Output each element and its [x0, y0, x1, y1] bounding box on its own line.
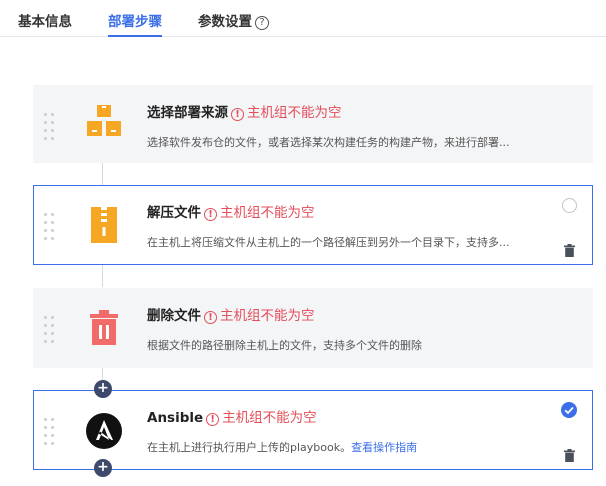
step-description: 选择软件发布仓的文件，或者选择某次构建任务的构建产物，来进行部署... — [147, 136, 510, 149]
step-description: 根据文件的路径删除主机上的文件，支持多个文件的删除 — [147, 339, 422, 352]
step-title: 选择部署来源! 主机组不能为空 — [147, 101, 342, 121]
tab-deploy-steps[interactable]: 部署步骤 — [108, 10, 162, 37]
step-title-text: 选择部署来源 — [147, 105, 228, 121]
ansible-icon — [85, 412, 125, 452]
drag-handle-icon[interactable] — [44, 418, 56, 446]
error-icon: ! — [231, 108, 244, 121]
tab-params-label: 参数设置 — [198, 14, 252, 30]
step-description: 在主机上将压缩文件从主机上的一个路径解压到另外一个目录下，支持多... — [147, 236, 510, 249]
zip-file-icon — [84, 205, 124, 245]
step-title-text: 解压文件 — [147, 205, 201, 221]
step-description-text: 在主机上进行执行用户上传的playbook。 — [147, 441, 352, 454]
step-card-unzip[interactable]: 解压文件! 主机组不能为空 在主机上将压缩文件从主机上的一个路径解压到另外一个目录… — [33, 185, 593, 265]
help-icon[interactable]: ? — [255, 16, 269, 30]
step-connector — [102, 265, 103, 287]
step-description: 在主机上进行执行用户上传的playbook。查看操作指南 — [147, 439, 552, 455]
step-error-text: 主机组不能为空 — [247, 105, 342, 121]
add-step-button[interactable]: + — [94, 380, 112, 398]
boxes-icon — [84, 102, 124, 142]
step-error: ! 主机组不能为空 — [204, 205, 315, 221]
step-title-text: 删除文件 — [147, 308, 201, 324]
drag-handle-icon[interactable] — [44, 113, 56, 141]
tab-bar: 基本信息 部署步骤 参数设置? — [0, 0, 606, 37]
add-step-button[interactable]: + — [94, 459, 112, 477]
step-card-ansible[interactable]: Ansible! 主机组不能为空 在主机上进行执行用户上传的playbook。查看… — [33, 390, 593, 470]
delete-step-icon[interactable] — [564, 447, 575, 462]
tab-basic-info[interactable]: 基本信息 — [18, 10, 72, 37]
step-error: ! 主机组不能为空 — [231, 105, 342, 121]
step-connector — [102, 163, 103, 185]
step-error-text: 主机组不能为空 — [220, 205, 315, 221]
step-title-text: Ansible — [147, 410, 204, 426]
guide-link[interactable]: 查看操作指南 — [351, 441, 417, 454]
step-error: ! 主机组不能为空 — [206, 410, 317, 426]
drag-handle-icon[interactable] — [44, 316, 56, 344]
step-error: ! 主机组不能为空 — [204, 308, 315, 324]
error-icon: ! — [206, 413, 220, 426]
trash-red-icon — [84, 308, 124, 348]
delete-step-icon[interactable] — [564, 242, 575, 257]
select-radio[interactable] — [562, 198, 577, 213]
step-title: 删除文件! 主机组不能为空 — [147, 304, 315, 324]
step-card-delete-files[interactable]: 删除文件! 主机组不能为空 根据文件的路径删除主机上的文件，支持多个文件的删除 — [33, 288, 593, 368]
selected-check-icon[interactable] — [561, 402, 577, 418]
step-error-text: 主机组不能为空 — [220, 308, 315, 324]
step-card-source[interactable]: 选择部署来源! 主机组不能为空 选择软件发布仓的文件，或者选择某次构建任务的构建产… — [33, 85, 593, 163]
step-error-text: 主机组不能为空 — [222, 410, 317, 426]
step-title: 解压文件! 主机组不能为空 — [147, 201, 315, 221]
step-title: Ansible! 主机组不能为空 — [147, 406, 317, 426]
error-icon: ! — [204, 208, 217, 221]
error-icon: ! — [204, 311, 217, 324]
tab-params[interactable]: 参数设置? — [198, 10, 269, 37]
drag-handle-icon[interactable] — [44, 213, 56, 241]
